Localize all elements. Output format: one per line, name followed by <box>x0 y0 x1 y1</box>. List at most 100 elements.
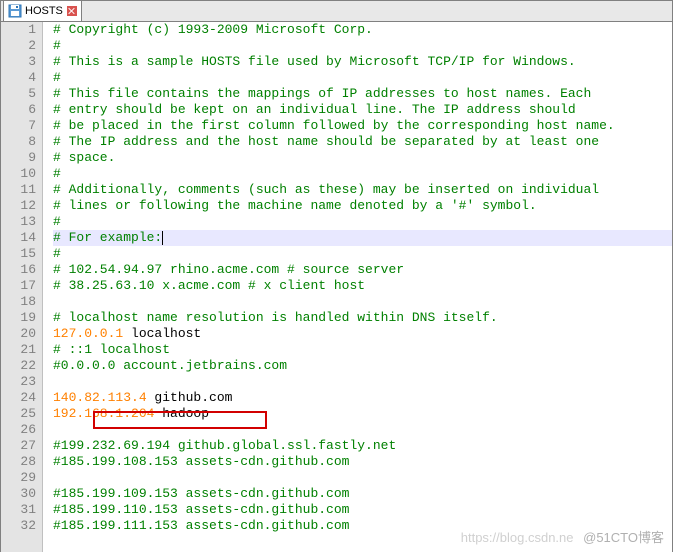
tab-bar: HOSTS <box>1 1 672 22</box>
line-number: 25 <box>1 406 36 422</box>
code-line[interactable]: # lines or following the machine name de… <box>53 198 672 214</box>
line-number: 15 <box>1 246 36 262</box>
line-number: 30 <box>1 486 36 502</box>
code-line[interactable]: # <box>53 38 672 54</box>
code-line[interactable]: # This file contains the mappings of IP … <box>53 86 672 102</box>
comment-text: # Additionally, comments (such as these)… <box>53 182 599 197</box>
line-number: 14 <box>1 230 36 246</box>
code-line[interactable]: # ::1 localhost <box>53 342 672 358</box>
line-number: 12 <box>1 198 36 214</box>
line-number: 32 <box>1 518 36 534</box>
line-number: 2 <box>1 38 36 54</box>
comment-text: # For example: <box>53 230 162 245</box>
comment-text: #185.199.111.153 assets-cdn.github.com <box>53 518 349 533</box>
comment-text: # ::1 localhost <box>53 342 170 357</box>
comment-text: # localhost name resolution is handled w… <box>53 310 498 325</box>
comment-text: # <box>53 38 61 53</box>
code-line[interactable]: # <box>53 246 672 262</box>
line-number: 28 <box>1 454 36 470</box>
code-line[interactable]: # <box>53 166 672 182</box>
line-number: 3 <box>1 54 36 70</box>
line-number-gutter: 1234567891011121314151617181920212223242… <box>1 22 43 552</box>
ip-address: 140.82.113.4 <box>53 390 147 405</box>
code-line[interactable]: # space. <box>53 150 672 166</box>
code-line[interactable] <box>53 294 672 310</box>
line-number: 27 <box>1 438 36 454</box>
line-number: 16 <box>1 262 36 278</box>
comment-text: #185.199.108.153 assets-cdn.github.com <box>53 454 349 469</box>
code-line[interactable]: # <box>53 214 672 230</box>
line-number: 17 <box>1 278 36 294</box>
comment-text: # 102.54.94.97 rhino.acme.com # source s… <box>53 262 404 277</box>
comment-text: # 38.25.63.10 x.acme.com # x client host <box>53 278 365 293</box>
comment-text: # be placed in the first column followed… <box>53 118 615 133</box>
host-name: github.com <box>147 390 233 405</box>
line-number: 20 <box>1 326 36 342</box>
line-number: 13 <box>1 214 36 230</box>
line-number: 23 <box>1 374 36 390</box>
code-line[interactable]: # 38.25.63.10 x.acme.com # x client host <box>53 278 672 294</box>
line-number: 11 <box>1 182 36 198</box>
comment-text: # This is a sample HOSTS file used by Mi… <box>53 54 576 69</box>
code-line[interactable]: # Copyright (c) 1993-2009 Microsoft Corp… <box>53 22 672 38</box>
line-number: 19 <box>1 310 36 326</box>
comment-text: # <box>53 70 61 85</box>
code-line[interactable]: # This is a sample HOSTS file used by Mi… <box>53 54 672 70</box>
comment-text: # Copyright (c) 1993-2009 Microsoft Corp… <box>53 22 373 37</box>
comment-text: #185.199.109.153 assets-cdn.github.com <box>53 486 349 501</box>
comment-text: # <box>53 246 61 261</box>
code-line[interactable]: # Additionally, comments (such as these)… <box>53 182 672 198</box>
comment-text: #185.199.110.153 assets-cdn.github.com <box>53 502 349 517</box>
code-lines[interactable]: # Copyright (c) 1993-2009 Microsoft Corp… <box>43 22 672 552</box>
line-number: 7 <box>1 118 36 134</box>
code-line[interactable]: #185.199.108.153 assets-cdn.github.com <box>53 454 672 470</box>
comment-text: # <box>53 214 61 229</box>
line-number: 22 <box>1 358 36 374</box>
code-line[interactable]: # <box>53 70 672 86</box>
code-line[interactable] <box>53 374 672 390</box>
line-number: 1 <box>1 22 36 38</box>
comment-text: # This file contains the mappings of IP … <box>53 86 591 101</box>
code-line[interactable]: # be placed in the first column followed… <box>53 118 672 134</box>
line-number: 6 <box>1 102 36 118</box>
file-tab-hosts[interactable]: HOSTS <box>3 0 82 21</box>
ip-address: 192.168.1.204 <box>53 406 154 421</box>
ip-address: 127.0.0.1 <box>53 326 123 341</box>
code-line[interactable]: 192.168.1.204 hadoop <box>53 406 672 422</box>
comment-text: #199.232.69.194 github.global.ssl.fastly… <box>53 438 396 453</box>
host-name: localhost <box>123 326 201 341</box>
code-line[interactable]: # For example: <box>53 230 672 246</box>
code-line[interactable]: # The IP address and the host name shoul… <box>53 134 672 150</box>
code-line[interactable]: # localhost name resolution is handled w… <box>53 310 672 326</box>
code-line[interactable]: 127.0.0.1 localhost <box>53 326 672 342</box>
code-area[interactable]: 1234567891011121314151617181920212223242… <box>1 22 672 552</box>
code-line[interactable] <box>53 470 672 486</box>
close-icon[interactable] <box>67 6 77 16</box>
comment-text: #0.0.0.0 account.jetbrains.com <box>53 358 287 373</box>
line-number: 5 <box>1 86 36 102</box>
comment-text: # The IP address and the host name shoul… <box>53 134 599 149</box>
editor-window: HOSTS 1 23 4567891011121314151617181920 2 12… <box>0 0 673 552</box>
text-cursor <box>162 231 163 245</box>
comment-text: # <box>53 166 61 181</box>
comment-text: # space. <box>53 150 115 165</box>
code-line[interactable]: #199.232.69.194 github.global.ssl.fastly… <box>53 438 672 454</box>
line-number: 4 <box>1 70 36 86</box>
code-line[interactable]: # entry should be kept on an individual … <box>53 102 672 118</box>
line-number: 8 <box>1 134 36 150</box>
code-line[interactable]: #185.199.110.153 assets-cdn.github.com <box>53 502 672 518</box>
line-number: 18 <box>1 294 36 310</box>
code-line[interactable]: # 102.54.94.97 rhino.acme.com # source s… <box>53 262 672 278</box>
code-line[interactable]: 140.82.113.4 github.com <box>53 390 672 406</box>
code-line[interactable]: #185.199.109.153 assets-cdn.github.com <box>53 486 672 502</box>
code-line[interactable]: #185.199.111.153 assets-cdn.github.com <box>53 518 672 534</box>
line-number: 10 <box>1 166 36 182</box>
code-line[interactable]: #0.0.0.0 account.jetbrains.com <box>53 358 672 374</box>
host-name: hadoop <box>154 406 209 421</box>
comment-text: # lines or following the machine name de… <box>53 198 537 213</box>
line-number: 9 <box>1 150 36 166</box>
comment-text: # entry should be kept on an individual … <box>53 102 576 117</box>
save-icon <box>8 4 22 18</box>
code-line[interactable] <box>53 422 672 438</box>
line-number: 29 <box>1 470 36 486</box>
